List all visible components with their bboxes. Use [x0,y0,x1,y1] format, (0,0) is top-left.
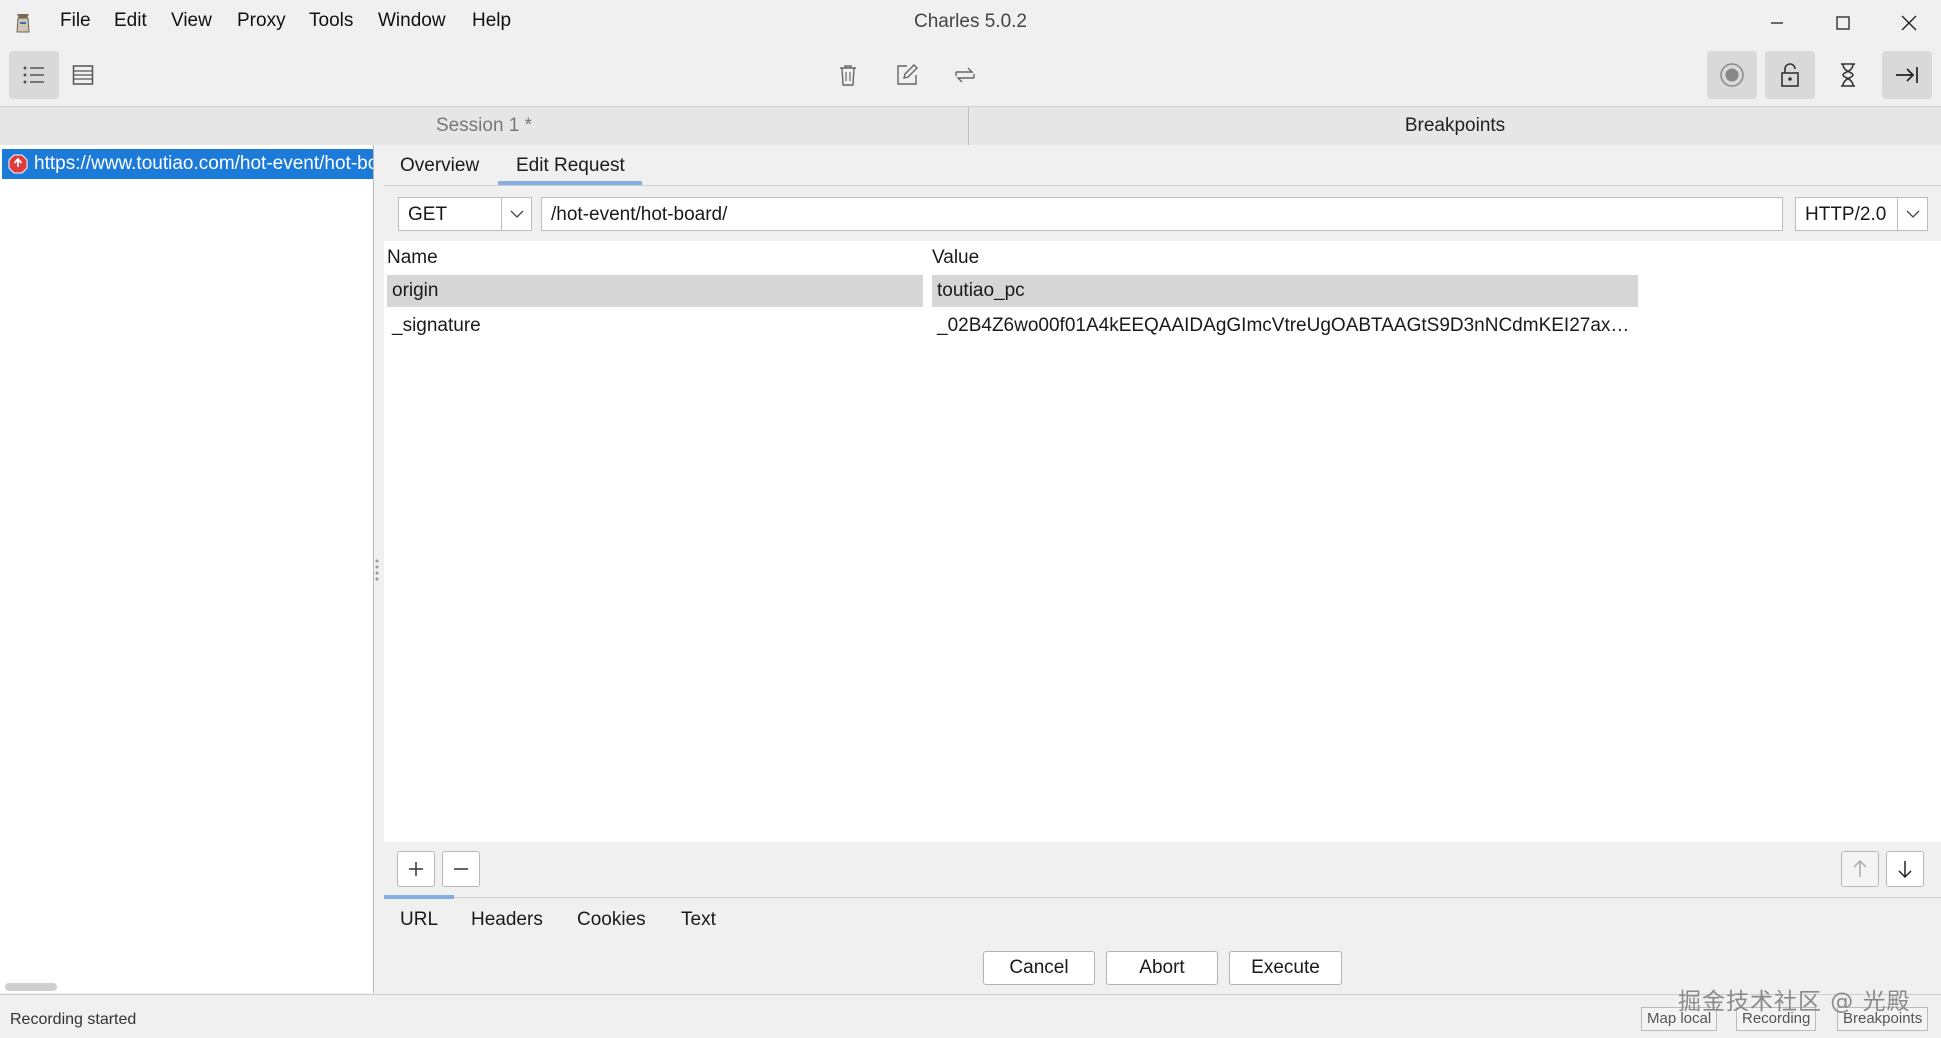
hourglass-icon [1841,63,1855,87]
execute-button[interactable]: Execute [1229,951,1342,985]
move-up-button[interactable] [1841,851,1879,887]
arrow-down-icon [1898,861,1912,879]
record-icon [1720,63,1744,87]
abort-button[interactable]: Abort [1106,951,1218,985]
window-title: Charles 5.0.2 [913,11,1027,32]
param-name-cell[interactable]: _signature [387,310,923,342]
step-arrow-icon [1896,67,1918,83]
ssl-proxying-toggle[interactable] [1765,51,1815,99]
title-bar: File Edit View Proxy Tools Window Help C… [0,0,1941,46]
status-bar: Recording started Map local Recording Br… [0,994,1941,1038]
edit-icon [897,64,918,85]
path-value: /hot-event/hot-board/ [551,204,728,225]
method-dropdown-button[interactable] [501,198,532,230]
chevron-down-icon [1906,210,1920,218]
move-down-button[interactable] [1886,851,1924,887]
param-name-cell[interactable]: origin [387,275,923,307]
repeat-button[interactable] [940,51,990,99]
tab-url[interactable]: URL [400,909,438,931]
tab-headers[interactable]: Headers [471,909,543,931]
maximize-icon [1836,16,1850,30]
trash-icon [840,65,856,86]
plus-icon [409,862,423,876]
tab-text[interactable]: Text [681,909,716,931]
bottom-tab-divider [384,897,1941,898]
splitter-handle[interactable] [374,558,380,584]
chevron-down-icon [510,210,524,218]
minimize-icon [1771,22,1783,24]
repeat-icon [955,67,975,83]
tab-breakpoints[interactable]: Breakpoints [969,107,1941,145]
tab-edit-request[interactable]: Edit Request [516,155,625,177]
sequence-view-button[interactable] [58,51,108,99]
close-button[interactable] [1876,0,1941,46]
table-view-icon [72,65,94,85]
horizontal-scrollbar[interactable] [5,983,57,991]
tab-session-1[interactable]: Session 1 * [0,107,969,145]
remove-row-button[interactable] [442,851,480,887]
protocol-select[interactable]: HTTP/2.0 [1795,197,1928,231]
clear-session-button[interactable] [823,51,873,99]
breakpoint-stop-icon [8,154,28,174]
compose-button[interactable] [882,51,932,99]
list-view-icon [23,66,44,84]
watermark: 掘金技术社区 @ 光殿 [1678,989,1911,1015]
method-value: GET [408,204,448,225]
lock-icon [1781,63,1799,87]
protocol-value: HTTP/2.0 [1805,204,1887,225]
method-select[interactable]: GET [398,197,532,231]
throttle-toggle[interactable] [1823,51,1873,99]
tab-cookies[interactable]: Cookies [577,909,646,931]
maximize-button[interactable] [1810,0,1876,46]
query-params-table: Name Value origin toutiao_pc _signature … [384,241,1941,842]
param-value-cell[interactable]: toutiao_pc [932,275,1638,307]
tab-divider [384,185,1941,186]
cancel-button[interactable]: Cancel [983,951,1095,985]
session-tabs: Session 1 * Breakpoints [0,106,1941,146]
active-tab-indicator [498,181,642,185]
tab-overview[interactable]: Overview [400,155,479,177]
tree-item-url: https://www.toutiao.com/hot-event/hot-bo… [34,153,373,174]
breakpoints-toggle[interactable] [1882,51,1932,99]
request-tree: https://www.toutiao.com/hot-event/hot-bo… [0,145,374,993]
structure-view-button[interactable] [9,51,59,99]
active-bottom-tab-indicator [384,895,454,899]
add-row-button[interactable] [397,851,435,887]
column-header-value[interactable]: Value [932,247,979,269]
recording-toggle[interactable] [1707,51,1757,99]
close-icon [1901,15,1917,31]
path-input[interactable]: /hot-event/hot-board/ [541,197,1783,231]
minimize-button[interactable] [1744,0,1810,46]
tree-item-selected[interactable]: https://www.toutiao.com/hot-event/hot-bo… [2,149,373,179]
param-value-cell[interactable]: _02B4Z6wo00f01A4kEEQAAIDAgGImcVtreUgOABT… [932,310,1638,342]
column-header-name[interactable]: Name [387,247,438,269]
protocol-dropdown-button[interactable] [1897,198,1928,230]
breakpoint-editor: Overview Edit Request GET /hot-event/hot… [374,145,1941,993]
toolbar [0,46,1941,104]
status-message: Recording started [10,1011,137,1028]
arrow-up-icon [1853,859,1867,877]
minus-icon [454,868,468,870]
